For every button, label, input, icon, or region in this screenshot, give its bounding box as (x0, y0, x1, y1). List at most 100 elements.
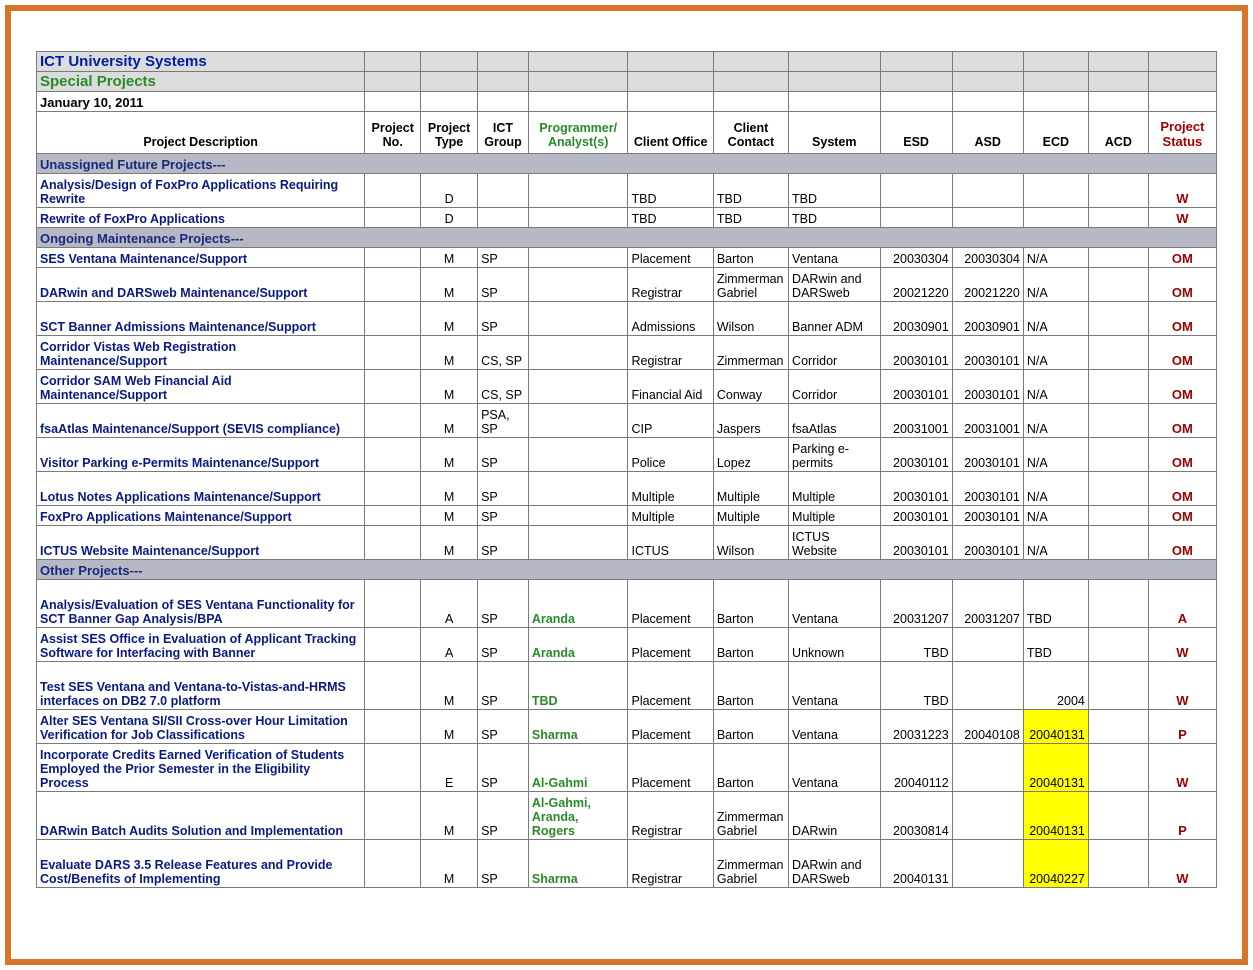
cell-ecd: N/A (1023, 302, 1088, 336)
table-row: Analysis/Design of FoxPro Applications R… (37, 174, 1217, 208)
table-row: SCT Banner Admissions Maintenance/Suppor… (37, 302, 1217, 336)
cell-type: M (421, 336, 478, 370)
cell-group: SP (478, 472, 529, 506)
cell-acd (1088, 208, 1148, 228)
col-type: Project Type (421, 112, 478, 154)
cell-system: fsaAtlas (789, 404, 880, 438)
cell-ecd: N/A (1023, 370, 1088, 404)
cell-ecd: 20040227 (1023, 840, 1088, 888)
cell-coff: Placement (628, 744, 713, 792)
cell-contact: Barton (713, 662, 788, 710)
cell-group: SP (478, 628, 529, 662)
cell-contact: Barton (713, 710, 788, 744)
cell-prog (528, 336, 628, 370)
cell-system: DARwin and DARSweb (789, 268, 880, 302)
cell-status: W (1148, 174, 1216, 208)
cell-system: TBD (789, 208, 880, 228)
cell-prog (528, 472, 628, 506)
cell-prog (528, 302, 628, 336)
cell-esd: 20030101 (880, 526, 952, 560)
cell-coff: CIP (628, 404, 713, 438)
cell-asd (952, 174, 1023, 208)
cell-coff: Placement (628, 628, 713, 662)
cell-type: M (421, 526, 478, 560)
cell-esd: 20031207 (880, 580, 952, 628)
cell-acd (1088, 840, 1148, 888)
cell-contact: Zimmerman Gabriel (713, 268, 788, 302)
cell-group: SP (478, 302, 529, 336)
cell-ecd: N/A (1023, 472, 1088, 506)
cell-prog (528, 174, 628, 208)
cell-no (365, 268, 421, 302)
cell-prog (528, 248, 628, 268)
cell-group: CS, SP (478, 370, 529, 404)
cell-desc: Corridor Vistas Web Registration Mainten… (37, 336, 365, 370)
cell-contact: Zimmerman (713, 336, 788, 370)
cell-acd (1088, 268, 1148, 302)
col-group: ICT Group (478, 112, 529, 154)
cell-contact: TBD (713, 174, 788, 208)
col-no: Project No. (365, 112, 421, 154)
table-row: Visitor Parking e-Permits Maintenance/Su… (37, 438, 1217, 472)
cell-status: OM (1148, 248, 1216, 268)
cell-acd (1088, 404, 1148, 438)
table-row: Evaluate DARS 3.5 Release Features and P… (37, 840, 1217, 888)
cell-ecd: N/A (1023, 404, 1088, 438)
cell-asd (952, 744, 1023, 792)
table-row: Analysis/Evaluation of SES Ventana Funct… (37, 580, 1217, 628)
cell-asd: 20030304 (952, 248, 1023, 268)
cell-esd: 20040112 (880, 744, 952, 792)
cell-group: SP (478, 526, 529, 560)
cell-esd (880, 208, 952, 228)
cell-status: OM (1148, 268, 1216, 302)
cell-no (365, 438, 421, 472)
cell-desc: ICTUS Website Maintenance/Support (37, 526, 365, 560)
cell-contact: TBD (713, 208, 788, 228)
cell-type: M (421, 710, 478, 744)
cell-contact: Lopez (713, 438, 788, 472)
cell-desc: DARwin and DARSweb Maintenance/Support (37, 268, 365, 302)
cell-asd: 20030101 (952, 370, 1023, 404)
cell-prog: TBD (528, 662, 628, 710)
cell-type: M (421, 268, 478, 302)
cell-group (478, 208, 529, 228)
cell-no (365, 174, 421, 208)
cell-status: OM (1148, 302, 1216, 336)
cell-group: SP (478, 792, 529, 840)
cell-desc: Test SES Ventana and Ventana-to-Vistas-a… (37, 662, 365, 710)
cell-prog (528, 208, 628, 228)
cell-prog (528, 404, 628, 438)
cell-prog: Al-Gahmi (528, 744, 628, 792)
cell-group: SP (478, 580, 529, 628)
cell-contact: Conway (713, 370, 788, 404)
cell-status: OM (1148, 438, 1216, 472)
cell-acd (1088, 174, 1148, 208)
cell-prog: Aranda (528, 628, 628, 662)
cell-desc: Lotus Notes Applications Maintenance/Sup… (37, 472, 365, 506)
cell-esd: 20030101 (880, 472, 952, 506)
cell-type: M (421, 404, 478, 438)
cell-ecd (1023, 174, 1088, 208)
cell-coff: Multiple (628, 472, 713, 506)
cell-ecd: N/A (1023, 336, 1088, 370)
cell-desc: Visitor Parking e-Permits Maintenance/Su… (37, 438, 365, 472)
cell-asd: 20031207 (952, 580, 1023, 628)
cell-esd: 20030101 (880, 438, 952, 472)
cell-asd (952, 628, 1023, 662)
cell-esd: 20021220 (880, 268, 952, 302)
col-desc: Project Description (37, 112, 365, 154)
cell-system: TBD (789, 174, 880, 208)
cell-asd: 20031001 (952, 404, 1023, 438)
table-row: Incorporate Credits Earned Verification … (37, 744, 1217, 792)
cell-system: Unknown (789, 628, 880, 662)
cell-acd (1088, 628, 1148, 662)
cell-system: Ventana (789, 580, 880, 628)
cell-status: OM (1148, 404, 1216, 438)
cell-no (365, 248, 421, 268)
cell-acd (1088, 744, 1148, 792)
projects-table: ICT University SystemsSpecial ProjectsJa… (36, 51, 1217, 888)
cell-status: OM (1148, 526, 1216, 560)
cell-system: Ventana (789, 710, 880, 744)
cell-coff: Registrar (628, 792, 713, 840)
col-system: System (789, 112, 880, 154)
